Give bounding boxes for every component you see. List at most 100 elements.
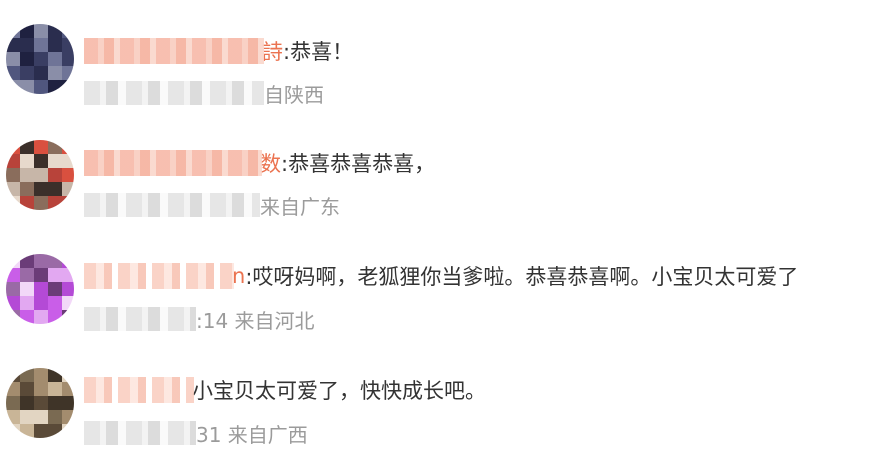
avatar-mosaic-tile (20, 38, 34, 52)
avatar-mosaic-tile (34, 410, 48, 424)
avatar-mosaic-tile (6, 368, 20, 382)
avatar-mosaic-tile (34, 268, 48, 282)
avatar-mosaic-tile (62, 296, 74, 310)
avatar[interactable] (6, 254, 74, 324)
comment-item: 小宝贝太可爱了，快快成长吧。 31 来自广西 (0, 344, 881, 447)
username-blurred[interactable] (84, 150, 262, 176)
avatar-mosaic-tile (62, 182, 74, 196)
avatar-mosaic-tile (20, 24, 34, 38)
avatar-mosaic-tile (20, 396, 34, 410)
time-location-text: :14 来自河北 (196, 308, 315, 333)
avatar[interactable] (6, 24, 74, 94)
avatar-mosaic-tile (62, 368, 74, 382)
avatar-mosaic-tile (48, 254, 62, 268)
avatar-mosaic-tile (62, 382, 74, 396)
avatar-mosaic-tile (6, 410, 20, 424)
username-blurred[interactable] (84, 377, 194, 403)
avatar-mosaic-tile (62, 410, 74, 424)
avatar-mosaic-tile (6, 38, 20, 52)
avatar-mosaic-tile (20, 140, 34, 154)
avatar-mosaic-tile (6, 382, 20, 396)
location-text: 自陕西 (264, 82, 324, 107)
avatar-mosaic-tile (34, 182, 48, 196)
avatar-mosaic-tile (6, 80, 20, 94)
timestamp-blurred (84, 81, 264, 105)
comment-text: 小宝贝太可爱了，快快成长吧。 (192, 379, 486, 403)
location-text: 来自广东 (260, 194, 340, 219)
avatar-mosaic-tile (48, 66, 62, 80)
avatar-mosaic-tile (6, 154, 20, 168)
avatar-mosaic-tile (6, 310, 20, 324)
avatar-mosaic-tile (48, 52, 62, 66)
avatar-mosaic-tile (34, 168, 48, 182)
avatar-mosaic-tile (48, 382, 62, 396)
avatar-mosaic-tile (62, 168, 74, 182)
username-tail[interactable]: 詩 (262, 36, 283, 66)
avatar-mosaic-tile (48, 80, 62, 94)
avatar-mosaic-tile (20, 368, 34, 382)
avatar-mosaic-tile (6, 196, 20, 210)
avatar-mosaic-tile (6, 296, 20, 310)
avatar-mosaic-tile (20, 268, 34, 282)
timestamp-blurred (84, 421, 196, 445)
avatar-mosaic-tile (34, 38, 48, 52)
avatar-mosaic-tile (34, 424, 48, 438)
avatar-mosaic-tile (6, 396, 20, 410)
comment-meta: :14 来自河北 (84, 304, 315, 334)
avatar-mosaic-tile (20, 66, 34, 80)
avatar-mosaic-tile (48, 424, 62, 438)
avatar-mosaic-tile (48, 410, 62, 424)
avatar-mosaic-tile (48, 182, 62, 196)
avatar-mosaic-tile (20, 196, 34, 210)
comment-text: :恭喜！ (283, 40, 354, 64)
avatar-mosaic-tile (20, 168, 34, 182)
avatar-mosaic-tile (6, 168, 20, 182)
avatar-mosaic-tile (20, 424, 34, 438)
comment-item: 数 :恭喜恭喜恭喜， 来自广东 (0, 116, 881, 219)
avatar-mosaic-tile (62, 80, 74, 94)
comment-body: 数 :恭喜恭喜恭喜， (84, 148, 435, 178)
avatar-mosaic-tile (34, 382, 48, 396)
username-tail[interactable]: 数 (260, 148, 281, 178)
avatar-mosaic-tile (48, 268, 62, 282)
avatar-mosaic-tile (34, 154, 48, 168)
avatar-mosaic-tile (34, 296, 48, 310)
username-blurred[interactable] (84, 38, 264, 64)
comment-item: 詩 :恭喜！ 自陕西 (0, 0, 881, 107)
avatar-mosaic-tile (48, 196, 62, 210)
avatar-mosaic-tile (34, 196, 48, 210)
avatar-mosaic-tile (20, 80, 34, 94)
avatar-mosaic-tile (6, 66, 20, 80)
avatar-mosaic-tile (62, 66, 74, 80)
avatar-mosaic-tile (20, 154, 34, 168)
avatar-mosaic-tile (48, 282, 62, 296)
avatar-mosaic-tile (48, 154, 62, 168)
avatar-mosaic-tile (62, 282, 74, 296)
avatar-mosaic-tile (48, 310, 62, 324)
avatar[interactable] (6, 368, 74, 438)
avatar-mosaic-tile (62, 254, 74, 268)
avatar-mosaic-tile (48, 296, 62, 310)
comment-body: 小宝贝太可爱了，快快成长吧。 (84, 375, 486, 405)
username-blurred[interactable] (84, 263, 234, 289)
avatar-mosaic-tile (62, 140, 74, 154)
avatar[interactable] (6, 140, 74, 210)
avatar-mosaic-tile (6, 254, 20, 268)
comment-item: n :哎呀妈啊，老狐狸你当爹啦。恭喜恭喜啊。小宝贝太可爱了 :14 来自河北 (0, 230, 881, 333)
comment-list: 詩 :恭喜！ 自陕西 数 :恭喜恭喜恭喜， 来自广东 n :哎呀妈啊，老狐狸你当… (0, 0, 881, 459)
avatar-mosaic-tile (62, 424, 74, 438)
avatar-mosaic-tile (48, 38, 62, 52)
avatar-mosaic-tile (20, 182, 34, 196)
avatar-mosaic-tile (20, 282, 34, 296)
comment-meta: 自陕西 (84, 78, 324, 108)
avatar-mosaic-tile (34, 396, 48, 410)
timestamp-blurred (84, 193, 260, 217)
avatar-mosaic-tile (34, 140, 48, 154)
comment-text: :哎呀妈啊，老狐狸你当爹啦。恭喜恭喜啊。小宝贝太可爱了 (245, 265, 799, 289)
comment-body: 詩 :恭喜！ (84, 36, 353, 66)
comment-text: :恭喜恭喜恭喜， (281, 152, 436, 176)
avatar-mosaic-tile (62, 24, 74, 38)
avatar-mosaic-tile (34, 52, 48, 66)
avatar-mosaic-tile (20, 310, 34, 324)
avatar-mosaic-tile (48, 368, 62, 382)
